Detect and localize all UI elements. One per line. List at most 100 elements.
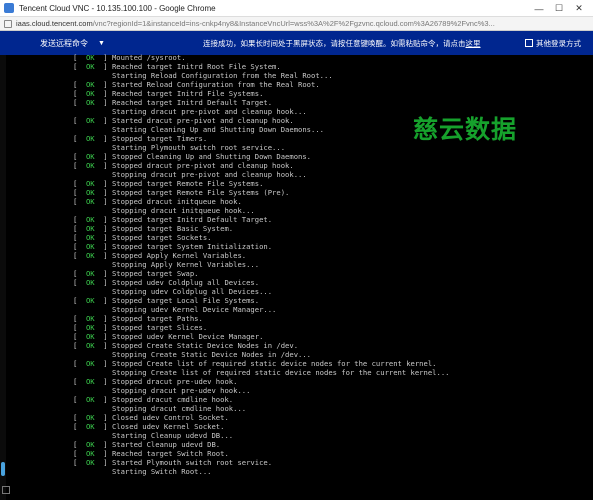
send-remote-command-dropdown[interactable]: 发送远程命令 ▼: [40, 38, 105, 49]
ok-status: OK: [85, 323, 95, 332]
ok-status: OK: [85, 197, 95, 206]
console-line: [ OK ] Stopped Cleaning Up and Shutting …: [73, 152, 312, 161]
console-line-text: Closed udev Control Socket.: [111, 413, 229, 422]
ok-status: OK: [85, 80, 95, 89]
console-line: Starting dracut pre-pivot and cleanup ho…: [73, 107, 449, 116]
console-line-text: Reached target Initrd Root File System.: [111, 62, 281, 71]
console-line: [ OK ] Reached target Initrd Root File S…: [73, 62, 281, 71]
console-left-edge: [0, 55, 6, 500]
console-line-text: Started Reload Configuration from the Re…: [111, 80, 320, 89]
console-line: [ OK ] Closed udev Kernel Socket.: [73, 422, 225, 431]
ok-status: OK: [85, 224, 95, 233]
ok-status: OK: [85, 269, 95, 278]
window-controls: — ☐ ✕: [529, 0, 589, 17]
ok-status: OK: [85, 62, 95, 71]
ok-status: OK: [85, 98, 95, 107]
console-line-text: Stopped target Remote File Systems.: [111, 179, 264, 188]
console-line-text: Stopped target Sockets.: [111, 233, 212, 242]
url-path: /vnc?regionId=1&instanceId=ins-cnkp4ny8&…: [92, 19, 495, 28]
console-line-text: Stopped Create list of required static d…: [111, 359, 437, 368]
address-bar[interactable]: iaas.cloud.tencent.com/vnc?regionId=1&in…: [0, 17, 593, 31]
console-line: [ OK ] Stopped target Basic System.: [73, 224, 234, 233]
minimize-button[interactable]: —: [529, 0, 549, 17]
console-line-text: Stopped dracut initqueue hook.: [111, 197, 242, 206]
console-line-text: Starting Plymouth switch root service...: [111, 143, 286, 152]
ok-status: OK: [85, 179, 95, 188]
ok-status: OK: [85, 422, 95, 431]
console-line-text: Stopped Create Static Device Nodes in /d…: [111, 341, 299, 350]
console-line: [ OK ] Stopped target Local File Systems…: [73, 296, 260, 305]
console-line-text: Stopping udev Coldplug all Devices...: [111, 287, 273, 296]
console-line-text: Closed udev Kernel Socket.: [111, 422, 225, 431]
console-line-text: Started dracut pre-pivot and cleanup hoo…: [111, 116, 294, 125]
console-line-text: Started Cleanup udevd DB.: [111, 440, 221, 449]
console-line: Starting Cleanup udevd DB...: [73, 431, 449, 440]
console-line: [ OK ] Started dracut pre-pivot and clea…: [73, 116, 294, 125]
console-line-text: Starting Cleaning Up and Shutting Down D…: [111, 125, 324, 134]
ok-status: OK: [85, 296, 95, 305]
scroll-indicator[interactable]: [1, 462, 5, 476]
console-line-text: Stopped target Initrd Default Target.: [111, 215, 273, 224]
console-line-text: Reached target Switch Root.: [111, 449, 229, 458]
ok-status: OK: [85, 332, 95, 341]
connection-notice: 连接成功，如果长时间处于黑屏状态，请按任意键唤醒。如需粘贴命令，请点击这里: [203, 38, 481, 49]
console-line: [ OK ] Stopped target Timers.: [73, 134, 208, 143]
ok-status: OK: [85, 449, 95, 458]
console-line-text: Stopping dracut pre-udev hook...: [111, 386, 251, 395]
ok-status: OK: [85, 116, 95, 125]
console-line-text: Stopping dracut initqueue hook...: [111, 206, 255, 215]
url-text[interactable]: iaas.cloud.tencent.com/vnc?regionId=1&in…: [16, 19, 495, 28]
paste-command-link[interactable]: 这里: [466, 39, 481, 48]
console-output: [ OK ] Mounted /sysroot.[ OK ] Reached t…: [73, 53, 449, 476]
console-line-text: Stopping dracut cmdline hook...: [111, 404, 247, 413]
console-line-text: Stopped target Slices.: [111, 323, 208, 332]
console-line: [ OK ] Stopped dracut pre-pivot and clea…: [73, 161, 294, 170]
console-line: Starting Plymouth switch root service...: [73, 143, 449, 152]
console-line: Stopping Apply Kernel Variables...: [73, 260, 449, 269]
console-line: Stopping dracut pre-pivot and cleanup ho…: [73, 170, 449, 179]
console-line: Stopping Create Static Device Nodes in /…: [73, 350, 449, 359]
window-title: Tencent Cloud VNC - 10.135.100.100 - Goo…: [19, 3, 216, 13]
console-line-text: Started Plymouth switch root service.: [111, 458, 273, 467]
console-line-text: Stopped target Timers.: [111, 134, 208, 143]
console-line-text: Starting Switch Root...: [111, 467, 212, 476]
console-line-text: Stopped dracut cmdline hook.: [111, 395, 234, 404]
ok-status: OK: [85, 314, 95, 323]
console-line-text: Starting dracut pre-pivot and cleanup ho…: [111, 107, 307, 116]
lock-icon: [4, 19, 12, 28]
console-line: [ OK ] Stopped target System Initializat…: [73, 242, 273, 251]
console-line-text: Stopped Cleaning Up and Shutting Down Da…: [111, 152, 312, 161]
console-line-text: Stopping Create list of required static …: [111, 368, 450, 377]
ok-status: OK: [85, 188, 95, 197]
ok-status: OK: [85, 152, 95, 161]
maximize-button[interactable]: ☐: [549, 0, 569, 17]
console-line: [ OK ] Stopped target Remote File System…: [73, 188, 290, 197]
other-login-label: 其他登录方式: [536, 38, 581, 48]
console-line: [ OK ] Stopped target Slices.: [73, 323, 208, 332]
ok-status: OK: [85, 359, 95, 368]
ok-status: OK: [85, 413, 95, 422]
ok-status: OK: [85, 377, 95, 386]
console-line: [ OK ] Stopped Create list of required s…: [73, 359, 437, 368]
ok-status: OK: [85, 134, 95, 143]
console-line-text: Stopped udev Coldplug all Devices.: [111, 278, 260, 287]
console-line: [ OK ] Started Reload Configuration from…: [73, 80, 320, 89]
url-host: iaas.cloud.tencent.com: [16, 19, 93, 28]
ok-status: OK: [85, 341, 95, 350]
ok-status: OK: [85, 233, 95, 242]
ok-status: OK: [85, 458, 95, 467]
console-line: [ OK ] Stopped dracut cmdline hook.: [73, 395, 234, 404]
login-icon: [525, 39, 533, 47]
console-line: [ OK ] Started Cleanup udevd DB.: [73, 440, 221, 449]
console-line-text: Stopping dracut pre-pivot and cleanup ho…: [111, 170, 307, 179]
console-line: Stopping udev Kernel Device Manager...: [73, 305, 449, 314]
console-line-text: Stopped target Basic System.: [111, 224, 234, 233]
watermark: 慈云数据: [413, 115, 518, 144]
corner-icon: [2, 486, 10, 494]
console-line: [ OK ] Stopped target Sockets.: [73, 233, 212, 242]
close-button[interactable]: ✕: [569, 0, 589, 17]
other-login-button[interactable]: 其他登录方式: [525, 38, 581, 49]
console-line: [ OK ] Stopped target Remote File System…: [73, 179, 264, 188]
console-line: Stopping Create list of required static …: [73, 368, 450, 377]
console-line-text: Stopping udev Kernel Device Manager...: [111, 305, 277, 314]
